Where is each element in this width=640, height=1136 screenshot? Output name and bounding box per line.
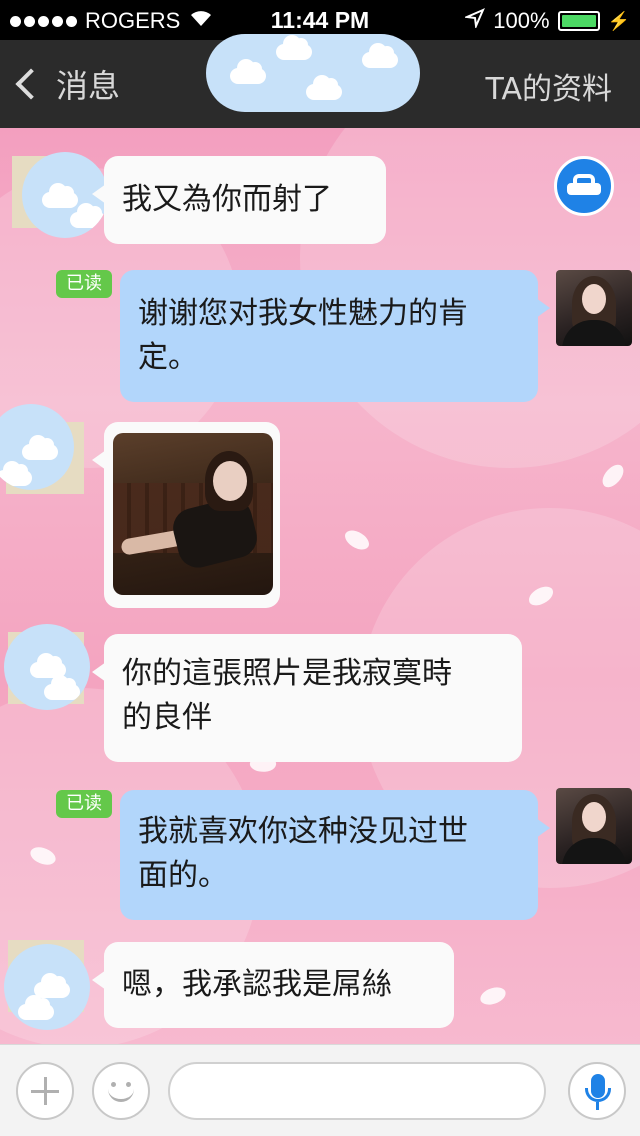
battery-fill (561, 15, 596, 27)
photo-message[interactable] (92, 422, 280, 608)
message-bubble-incoming[interactable]: 嗯，我承認我是屌絲 (92, 942, 454, 1028)
input-bar (0, 1044, 640, 1136)
message-bubble-incoming[interactable]: 我又為你而射了 (92, 156, 386, 244)
my-avatar[interactable] (556, 788, 632, 864)
message-text: 我又為你而射了 (122, 182, 332, 217)
location-arrow-icon (463, 8, 486, 34)
profile-button[interactable]: TA的资料 (485, 64, 612, 108)
message-text: 面的。 (138, 858, 228, 893)
microphone-icon[interactable] (568, 1062, 626, 1120)
message-text: 我就喜欢你这种没见过世 (138, 814, 468, 849)
message-text: 的良伴 (122, 700, 212, 735)
contact-avatar[interactable] (4, 624, 90, 710)
read-badge: 已读 (56, 270, 112, 298)
message-text: 嗯，我承認我是屌絲 (122, 967, 392, 1002)
car-button[interactable] (554, 156, 614, 216)
shared-photo[interactable] (113, 433, 273, 595)
message-bubble-incoming[interactable]: 你的這張照片是我寂寞時 的良伴 (92, 634, 522, 762)
message-bubble-outgoing[interactable]: 谢谢您对我女性魅力的肯 定。 (120, 270, 550, 402)
contact-name-masked (206, 34, 420, 112)
message-text: 谢谢您对我女性魅力的肯 (138, 296, 468, 331)
status-right: 100% ⚡ (463, 8, 630, 34)
battery-percent: 100% (493, 8, 550, 33)
car-icon (567, 174, 601, 198)
message-text: 定。 (138, 340, 198, 375)
contact-avatar[interactable] (4, 944, 90, 1030)
chevron-left-icon (15, 68, 47, 100)
message-input[interactable] (168, 1062, 546, 1120)
back-button[interactable]: 消息 (10, 60, 120, 108)
smiley-icon[interactable] (92, 1062, 150, 1120)
message-text: 你的這張照片是我寂寞時 (122, 656, 452, 691)
message-bubble-outgoing[interactable]: 我就喜欢你这种没见过世 面的。 (120, 790, 550, 920)
battery-icon (557, 11, 600, 31)
read-badge: 已读 (56, 790, 112, 818)
back-label: 消息 (56, 67, 121, 105)
plus-icon[interactable] (16, 1062, 74, 1120)
my-avatar[interactable] (556, 270, 632, 346)
charging-bolt-icon: ⚡ (607, 10, 630, 31)
